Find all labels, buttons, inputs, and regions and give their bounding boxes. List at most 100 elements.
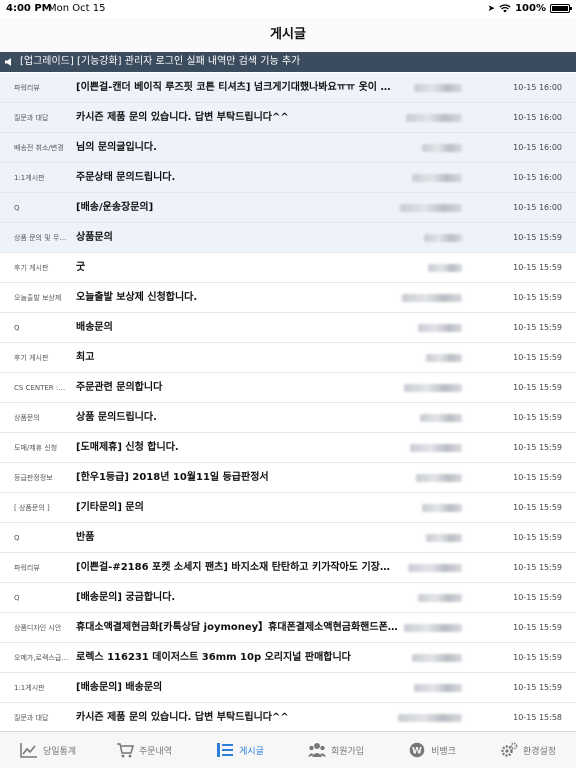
post-date: 10-15 16:00 bbox=[513, 173, 562, 182]
post-author-blurred bbox=[422, 144, 462, 152]
post-author-blurred bbox=[424, 234, 462, 242]
tab-4[interactable]: 회원가입 bbox=[288, 732, 384, 768]
post-date: 10-15 15:59 bbox=[513, 383, 562, 392]
post-title: [기타문의] 문의 bbox=[76, 502, 144, 513]
location-arrow-icon: ➤ bbox=[487, 3, 496, 14]
post-date: 10-15 15:59 bbox=[513, 233, 562, 242]
post-category: 파워리뷰 bbox=[14, 84, 40, 92]
post-author-blurred bbox=[404, 624, 462, 632]
post-title: [이쁜걸-캔더 베이직 루즈핏 코튼 티셔츠] 넘크게기대했나봐요ㅠㅠ 옷이 너… bbox=[76, 82, 398, 93]
status-right: ➤ 100% bbox=[487, 3, 572, 14]
post-category: 상품 문의 및 무… bbox=[14, 234, 67, 242]
battery-icon bbox=[550, 4, 572, 13]
post-row[interactable]: 배송전 취소/변경 님의 문의글입니다. 10-15 16:00 bbox=[0, 133, 576, 163]
post-row[interactable]: 후기 게시판 최고 10-15 15:59 bbox=[0, 343, 576, 373]
post-row[interactable]: 상품디자인 시안 휴대소액결제현금화[카톡상담 joymoney】휴대폰결제소액현… bbox=[0, 613, 576, 643]
post-author-blurred bbox=[416, 474, 462, 482]
tab-5[interactable]: W 비뱅크 bbox=[384, 732, 480, 768]
post-title: 오늘출발 보상제 신청합니다. bbox=[76, 292, 198, 303]
post-title: 최고 bbox=[76, 352, 95, 363]
tab-label: 환경설정 bbox=[522, 746, 557, 757]
post-title: 님의 문의글입니다. bbox=[76, 142, 157, 153]
post-row[interactable]: 질문과 대답 카시즌 제품 문의 있습니다. 답변 부탁드립니다^^ 10-15 1… bbox=[0, 103, 576, 133]
post-author-blurred bbox=[402, 294, 462, 302]
post-date: 10-15 15:59 bbox=[513, 323, 562, 332]
post-row[interactable]: 파워리뷰 [이쁜걸-캔더 베이직 루즈핏 코튼 티셔츠] 넘크게기대했나봐요ㅠㅠ … bbox=[0, 73, 576, 103]
post-title: [도매제휴] 신청 합니다. bbox=[76, 442, 179, 453]
post-category: 후기 게시판 bbox=[14, 354, 49, 362]
post-row[interactable]: 파워리뷰 [이쁜걸-#2186 포켓 소세지 팬츠] 바지소재 탄탄하고 키가작아… bbox=[0, 553, 576, 583]
post-row[interactable]: 오늘출발 보상제 오늘출발 보상제 신청합니다. 10-15 15:59 bbox=[0, 283, 576, 313]
status-bar: 4:00 PM Mon Oct 15 ➤ 100% bbox=[0, 0, 576, 18]
post-date: 10-15 15:58 bbox=[513, 713, 562, 722]
post-title: [한우1등급] 2018년 10월11일 등급판정서 bbox=[76, 472, 269, 483]
notice-banner[interactable]: [업그레이드] [기능강화] 관리자 로그인 실패 내역만 검색 기능 추가 bbox=[0, 52, 576, 72]
post-title: 카시즌 제품 문의 있습니다. 답변 부탁드립니다^^ bbox=[76, 112, 289, 123]
status-time: 4:00 PM bbox=[6, 3, 52, 14]
post-date: 10-15 16:00 bbox=[513, 203, 562, 212]
gear-icon bbox=[500, 742, 518, 758]
post-date: 10-15 15:59 bbox=[513, 563, 562, 572]
tab-6[interactable]: 환경설정 bbox=[480, 732, 576, 768]
post-date: 10-15 16:00 bbox=[513, 83, 562, 92]
post-category: 질문과 대답 bbox=[14, 114, 49, 122]
post-category: 상품디자인 시안 bbox=[14, 624, 62, 632]
tab-label: 비뱅크 bbox=[431, 746, 456, 757]
post-row[interactable]: 도매/제휴 신청 [도매제휴] 신청 합니다. 10-15 15:59 bbox=[0, 433, 576, 463]
svg-text:W: W bbox=[412, 747, 422, 757]
tab-2[interactable]: 주문내역 bbox=[96, 732, 192, 768]
post-date: 10-15 15:59 bbox=[513, 353, 562, 362]
post-category: Q bbox=[14, 534, 20, 542]
post-category: 파워리뷰 bbox=[14, 564, 40, 572]
battery-percent: 100% bbox=[515, 3, 546, 14]
tab-label: 주문내역 bbox=[138, 746, 173, 757]
post-title: 로렉스 116231 데이저스트 36mm 10p 오리지널 판매합니다 bbox=[76, 652, 351, 663]
tab-label: 당일통계 bbox=[42, 746, 77, 757]
post-title: 배송문의 bbox=[76, 322, 113, 333]
tab-1[interactable]: 당일통계 bbox=[0, 732, 96, 768]
post-row[interactable]: 상품문의 상품 문의드립니다. 10-15 15:59 bbox=[0, 403, 576, 433]
post-row[interactable]: CS CENTER :… 주문관련 문의합니다 10-15 15:59 bbox=[0, 373, 576, 403]
post-date: 10-15 15:59 bbox=[513, 293, 562, 302]
post-category: 오늘출발 보상제 bbox=[14, 294, 62, 302]
post-date: 10-15 15:59 bbox=[513, 413, 562, 422]
post-author-blurred bbox=[410, 444, 462, 452]
status-date: Mon Oct 15 bbox=[48, 3, 106, 14]
post-title: [배송문의] 궁금합니다. bbox=[76, 592, 176, 603]
post-date: 10-15 15:59 bbox=[513, 443, 562, 452]
post-category: 도매/제휴 신청 bbox=[14, 444, 58, 452]
post-row[interactable]: 질문과 대답 카시즌 제품 문의 있습니다. 답변 부탁드립니다^^ 10-15 1… bbox=[0, 703, 576, 733]
post-row[interactable]: [ 상품문의 ] [기타문의] 문의 10-15 15:59 bbox=[0, 493, 576, 523]
post-category: 배송전 취소/변경 bbox=[14, 144, 64, 152]
tab-label: 회원가입 bbox=[330, 746, 365, 757]
post-row[interactable]: 오메가,로렉스급… 로렉스 116231 데이저스트 36mm 10p 오리지널 … bbox=[0, 643, 576, 673]
post-list[interactable]: 파워리뷰 [이쁜걸-캔더 베이직 루즈핏 코튼 티셔츠] 넘크게기대했나봐요ㅠㅠ … bbox=[0, 73, 576, 733]
post-author-blurred bbox=[406, 114, 462, 122]
post-author-blurred bbox=[418, 324, 462, 332]
tab-bar: 당일통계 주문내역 게시글 회원가입 W 비뱅크 환경설정 bbox=[0, 731, 576, 768]
post-category: [ 상품문의 ] bbox=[14, 504, 50, 512]
post-author-blurred bbox=[422, 504, 462, 512]
post-date: 10-15 15:59 bbox=[513, 503, 562, 512]
post-category: 1:1게시판 bbox=[14, 174, 45, 182]
post-date: 10-15 15:59 bbox=[513, 473, 562, 482]
post-date: 10-15 16:00 bbox=[513, 113, 562, 122]
post-row[interactable]: Q [배송/운송장문의] 10-15 16:00 bbox=[0, 193, 576, 223]
notice-text: [업그레이드] [기능강화] 관리자 로그인 실패 내역만 검색 기능 추가 bbox=[20, 56, 301, 67]
post-category: 오메가,로렉스급… bbox=[14, 654, 69, 662]
tab-3[interactable]: 게시글 bbox=[192, 732, 288, 768]
post-row[interactable]: 상품 문의 및 무… 상품문의 10-15 15:59 bbox=[0, 223, 576, 253]
members-icon bbox=[307, 742, 326, 758]
post-row[interactable]: 등급판정정보 [한우1등급] 2018년 10월11일 등급판정서 10-15 15… bbox=[0, 463, 576, 493]
post-row[interactable]: 후기 게시판 굿 10-15 15:59 bbox=[0, 253, 576, 283]
post-title: 휴대소액결제현금화[카톡상담 joymoney】휴대폰결제소액현금화핸드폰결… bbox=[76, 622, 398, 633]
post-row[interactable]: 1:1게시판 [배송문의] 배송문의 10-15 15:59 bbox=[0, 673, 576, 703]
post-row[interactable]: Q 배송문의 10-15 15:59 bbox=[0, 313, 576, 343]
post-row[interactable]: Q 반품 10-15 15:59 bbox=[0, 523, 576, 553]
cart-icon bbox=[116, 742, 134, 758]
post-row[interactable]: 1:1게시판 주문상태 문의드립니다. 10-15 16:00 bbox=[0, 163, 576, 193]
post-category: 등급판정정보 bbox=[14, 474, 53, 482]
post-date: 10-15 15:59 bbox=[513, 593, 562, 602]
post-author-blurred bbox=[412, 174, 462, 182]
post-row[interactable]: Q [배송문의] 궁금합니다. 10-15 15:59 bbox=[0, 583, 576, 613]
